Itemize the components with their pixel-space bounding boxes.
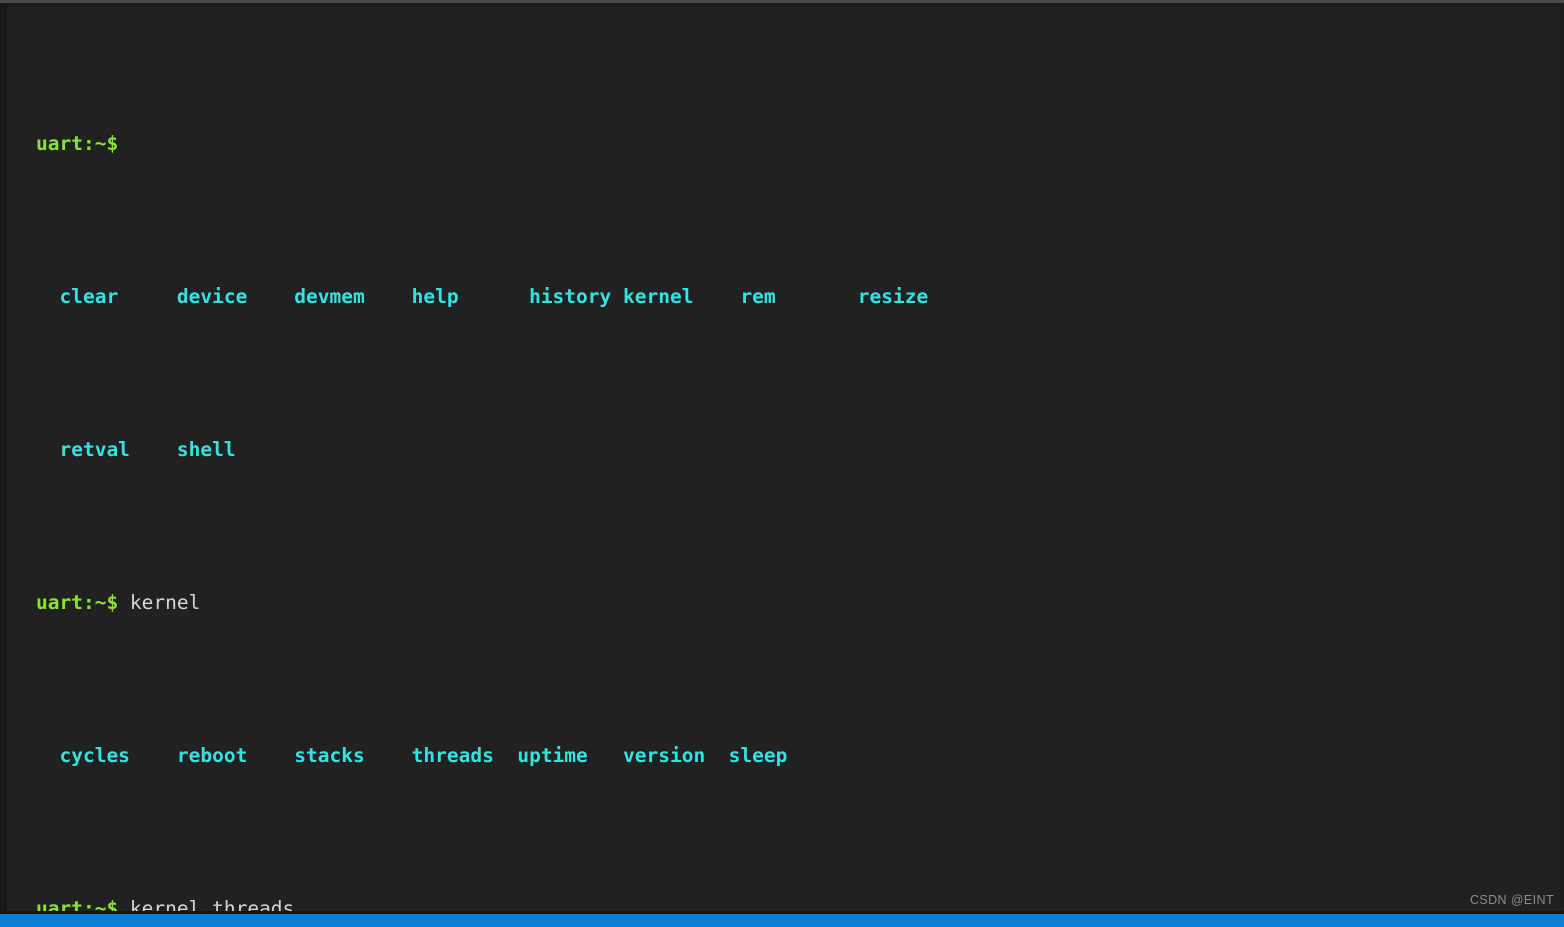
root-commands-row-1[interactable]: clear device devmem help history kernel … xyxy=(36,285,928,308)
terminal-left-gutter xyxy=(0,3,7,911)
bottom-status-bar xyxy=(0,914,1564,927)
root-commands-row-2[interactable]: retval shell xyxy=(36,438,235,461)
root-command-list-row-1: clear device devmem help history kernel … xyxy=(36,282,1536,313)
kernel-subcommand-list: cycles reboot stacks threads uptime vers… xyxy=(36,741,1536,772)
shell-line-prompt-empty: uart:~$ xyxy=(36,129,1536,160)
terminal-output-area[interactable]: uart:~$ clear device devmem help history… xyxy=(36,7,1536,927)
typed-command-kernel: kernel xyxy=(118,591,201,615)
shell-line-kernel: uart:~$ kernel xyxy=(36,588,1536,619)
root-command-list-row-2: retval shell xyxy=(36,435,1536,466)
shell-prompt: uart:~$ xyxy=(36,591,119,615)
kernel-subcommands[interactable]: cycles reboot stacks threads uptime vers… xyxy=(36,744,787,767)
shell-prompt: uart:~$ xyxy=(36,132,119,156)
terminal-right-edge xyxy=(1560,3,1564,911)
watermark-label: CSDN @EINT xyxy=(1469,893,1554,907)
terminal-window: uart:~$ clear device devmem help history… xyxy=(0,0,1564,927)
